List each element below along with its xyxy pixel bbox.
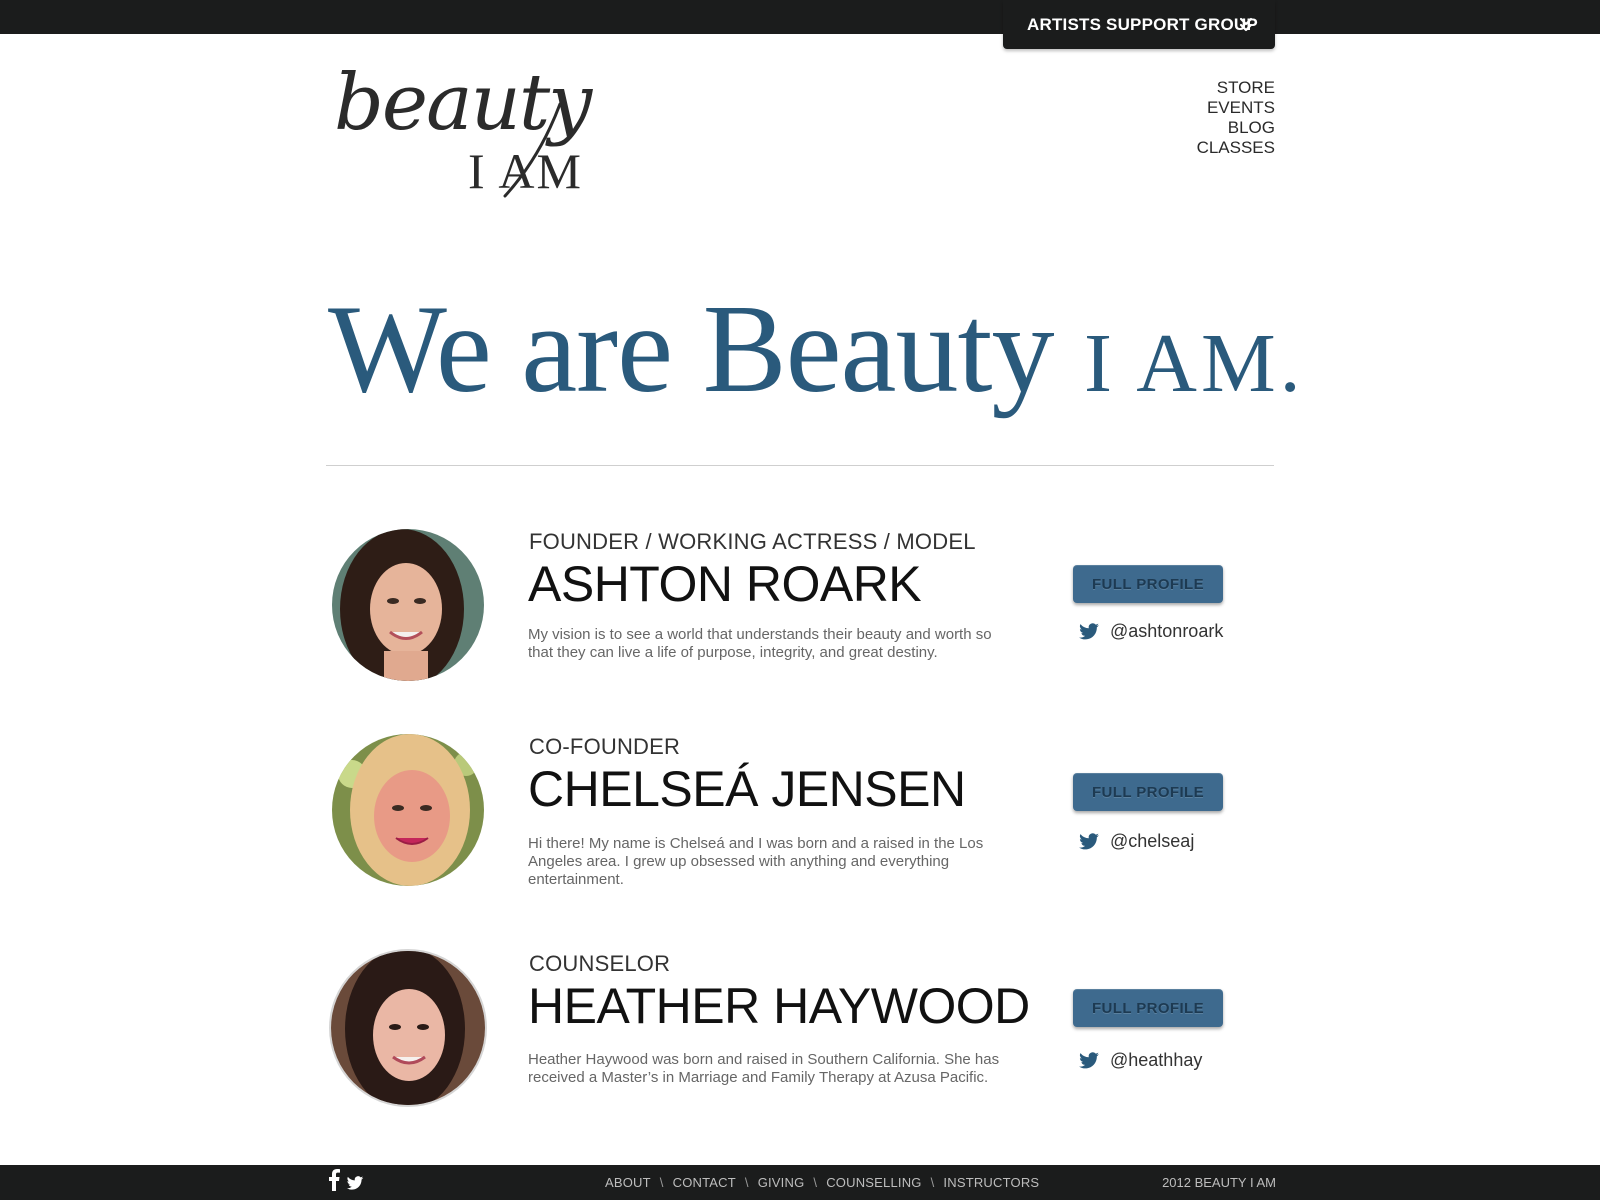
twitter-handle: @heathhay	[1110, 1050, 1203, 1070]
footer: ABOUT \ CONTACT \ GIVING \ COUNSELLING \…	[0, 1165, 1600, 1200]
footer-separator: \	[813, 1175, 818, 1190]
full-profile-button[interactable]: FULL PROFILE	[1073, 773, 1223, 811]
person-card-ashton: FOUNDER / WORKING ACTRESS / MODEL ASHTON…	[326, 529, 1274, 699]
nav-store[interactable]: STORE	[1197, 78, 1275, 98]
person-bio: Hi there! My name is Chelseá and I was b…	[528, 835, 984, 888]
hero-heading-iam: I AM.	[1083, 317, 1305, 410]
nav-events[interactable]: EVENTS	[1197, 98, 1275, 118]
avatar-chelsea	[332, 734, 484, 886]
footer-link-contact[interactable]: CONTACT	[673, 1175, 736, 1190]
footer-separator: \	[659, 1175, 664, 1190]
person-card-chelsea: CO-FOUNDER CHELSEÁ JENSEN Hi there! My n…	[326, 734, 1274, 904]
twitter-link[interactable]: @ashtonroark	[1078, 621, 1223, 642]
person-role: COUNSELOR	[529, 951, 671, 976]
person-name: CHELSEÁ JENSEN	[528, 761, 966, 817]
double-chevron-down-icon	[1239, 17, 1253, 32]
twitter-handle: @chelseaj	[1110, 831, 1195, 851]
twitter-handle: @ashtonroark	[1110, 621, 1224, 641]
twitter-bird-icon	[1079, 622, 1099, 639]
twitter-link[interactable]: @heathhay	[1078, 1050, 1202, 1071]
twitter-bird-icon	[1079, 832, 1099, 849]
site-logo[interactable]: beauty I AM	[330, 64, 610, 214]
person-bio: My vision is to see a world that underst…	[528, 626, 992, 661]
footer-links: ABOUT \ CONTACT \ GIVING \ COUNSELLING \…	[605, 1175, 1039, 1190]
footer-copyright: 2012 BEAUTY I AM	[1162, 1175, 1276, 1190]
avatar-heather	[329, 949, 487, 1107]
facebook-icon[interactable]	[328, 1169, 340, 1191]
artists-support-group-label: ARTISTS SUPPORT GROUP	[1027, 14, 1258, 34]
footer-link-giving[interactable]: GIVING	[758, 1175, 805, 1190]
footer-social	[328, 1169, 364, 1191]
section-divider	[326, 465, 1274, 466]
footer-link-about[interactable]: ABOUT	[605, 1175, 651, 1190]
main-nav: STORE EVENTS BLOG CLASSES	[1197, 78, 1275, 158]
hero-heading-main: We are Beauty	[328, 280, 1054, 419]
nav-blog[interactable]: BLOG	[1197, 118, 1275, 138]
footer-link-counselling[interactable]: COUNSELLING	[826, 1175, 921, 1190]
full-profile-button[interactable]: FULL PROFILE	[1073, 989, 1223, 1027]
full-profile-button[interactable]: FULL PROFILE	[1073, 565, 1223, 603]
footer-separator: \	[930, 1175, 935, 1190]
nav-classes[interactable]: CLASSES	[1197, 138, 1275, 158]
person-role: CO-FOUNDER	[529, 734, 681, 759]
person-card-heather: COUNSELOR HEATHER HAYWOOD Heather Haywoo…	[326, 949, 1274, 1121]
twitter-link[interactable]: @chelseaj	[1078, 831, 1194, 852]
top-bar	[0, 0, 1600, 34]
footer-link-instructors[interactable]: INSTRUCTORS	[943, 1175, 1039, 1190]
person-role: FOUNDER / WORKING ACTRESS / MODEL	[529, 529, 976, 554]
logo-flourish	[503, 102, 562, 198]
person-bio: Heather Haywood was born and raised in S…	[528, 1051, 1000, 1086]
twitter-bird-icon	[1079, 1051, 1099, 1068]
artists-support-group-dropdown[interactable]: ARTISTS SUPPORT GROUP	[1003, 0, 1275, 49]
footer-separator: \	[744, 1175, 749, 1190]
avatar-ashton	[332, 529, 484, 681]
hero-heading: We are Beauty I AM.	[328, 280, 1301, 434]
person-name: ASHTON ROARK	[528, 556, 922, 612]
twitter-bird-icon[interactable]	[346, 1176, 364, 1191]
person-name: HEATHER HAYWOOD	[528, 978, 1030, 1034]
